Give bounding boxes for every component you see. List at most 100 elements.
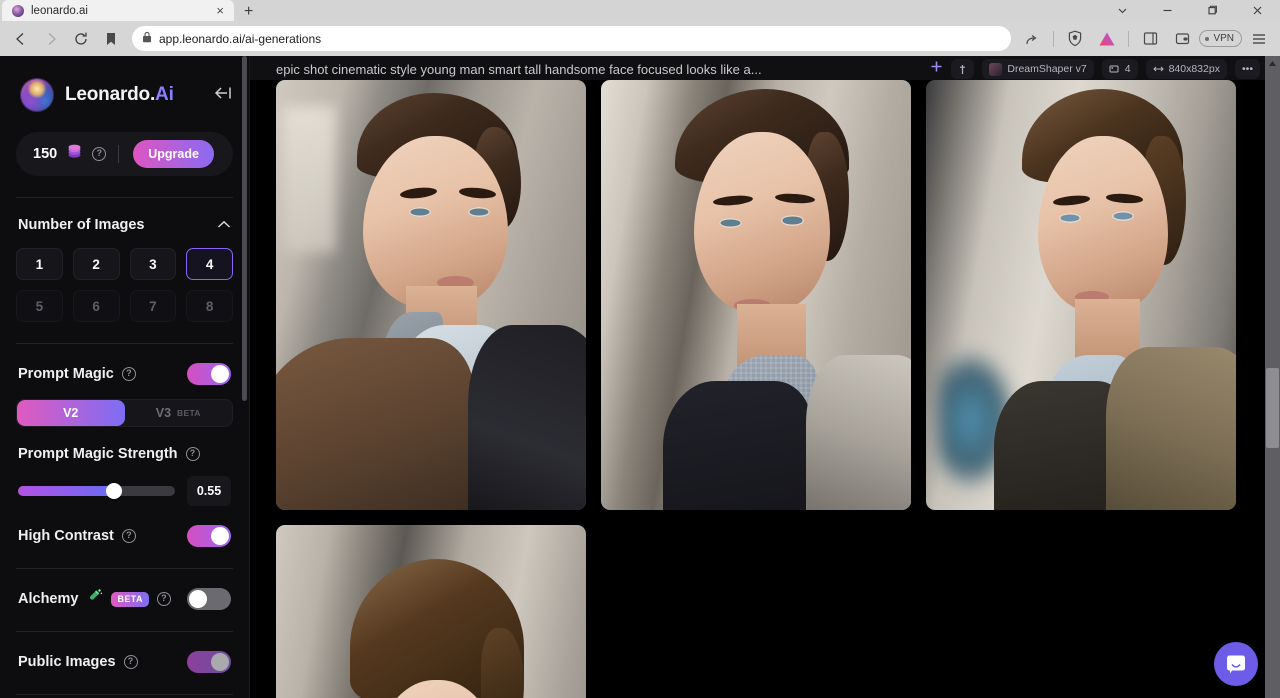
- image-count-option-8[interactable]: 8: [186, 290, 233, 322]
- prompt-magic-toggle[interactable]: [187, 363, 231, 385]
- generated-image-3[interactable]: [926, 80, 1236, 510]
- image-count-option-1[interactable]: 1: [16, 248, 63, 280]
- high-contrast-label: High Contrast: [18, 528, 114, 544]
- toggle-knob: [211, 527, 229, 545]
- image-count-option-5[interactable]: 5: [16, 290, 63, 322]
- image-count-chip[interactable]: 4: [1101, 59, 1138, 79]
- divider: [16, 694, 233, 695]
- prompt-text[interactable]: epic shot cinematic style young man smar…: [276, 56, 922, 77]
- browser-tab-leonardo[interactable]: leonardo.ai ×: [2, 0, 234, 21]
- prompt-bar: epic shot cinematic style young man smar…: [250, 56, 1280, 80]
- high-contrast-toggle[interactable]: [187, 525, 231, 547]
- help-circle-icon[interactable]: ?: [185, 447, 200, 461]
- jacket-right-shape: [1105, 346, 1236, 510]
- dimensions-chip[interactable]: 840x832px: [1145, 59, 1227, 79]
- jacket-right-shape: [805, 355, 911, 510]
- minimize-icon[interactable]: [1145, 0, 1190, 21]
- page-scrollbar-thumb[interactable]: [1266, 368, 1279, 448]
- eye-right: [1112, 211, 1134, 222]
- vpn-label: VPN: [1213, 33, 1234, 44]
- chevron-up-icon[interactable]: [217, 216, 231, 234]
- token-coins-icon: [66, 144, 83, 164]
- generated-images-grid: [250, 80, 1264, 698]
- more-options-chip[interactable]: •••: [1234, 59, 1260, 79]
- help-circle-icon[interactable]: ?: [92, 147, 107, 161]
- number-of-images-grid: 1 2 3 4 5 6 7 8: [16, 248, 233, 322]
- help-circle-icon[interactable]: ?: [121, 529, 136, 543]
- pin-icon[interactable]: [951, 59, 975, 79]
- jacket-left-shape: [663, 381, 812, 510]
- image-count-option-7[interactable]: 7: [129, 290, 177, 322]
- prompt-magic-strength-slider-row: 0.55: [16, 476, 233, 506]
- generations-main: epic shot cinematic style young man smar…: [250, 56, 1280, 698]
- number-of-images-header: Number of Images: [16, 198, 233, 234]
- prompt-magic-strength-slider[interactable]: [18, 483, 175, 499]
- page-viewport: Leonardo.Ai 150 ? Upgrade Number of Imag…: [0, 56, 1280, 698]
- image-count-option-2[interactable]: 2: [72, 248, 120, 280]
- new-tab-button[interactable]: +: [244, 4, 253, 20]
- alchemy-flask-icon: [86, 588, 103, 610]
- share-icon[interactable]: [1017, 24, 1047, 54]
- generated-image-2[interactable]: [601, 80, 911, 510]
- prompt-magic-row: Prompt Magic ?: [16, 363, 233, 385]
- image-count-value: 4: [1124, 63, 1131, 75]
- help-circle-icon[interactable]: ?: [121, 367, 136, 381]
- scroll-up-arrow-icon[interactable]: [1266, 56, 1279, 70]
- divider: [118, 145, 120, 163]
- address-bar[interactable]: app.leonardo.ai/ai-generations: [132, 26, 1012, 51]
- help-circle-icon[interactable]: ?: [156, 592, 171, 606]
- wallet-icon[interactable]: [1167, 24, 1197, 54]
- bookmark-icon[interactable]: [96, 24, 126, 54]
- generated-image-1[interactable]: [276, 80, 586, 510]
- plus-icon[interactable]: [930, 60, 943, 78]
- sidebar-panel-icon[interactable]: [1135, 24, 1165, 54]
- alchemy-toggle[interactable]: [187, 588, 231, 610]
- collapse-sidebar-icon[interactable]: [213, 86, 233, 105]
- lock-icon: [142, 30, 152, 48]
- help-circle-icon[interactable]: ?: [123, 655, 138, 669]
- hamburger-menu-icon[interactable]: [1244, 24, 1274, 54]
- model-chip[interactable]: DreamShaper v7: [982, 59, 1094, 79]
- toggle-knob: [189, 590, 207, 608]
- image-count-option-4[interactable]: 4: [186, 248, 233, 280]
- forward-arrow-icon[interactable]: [36, 24, 66, 54]
- prompt-magic-strength-value: 0.55: [187, 476, 231, 506]
- image-count-option-6[interactable]: 6: [72, 290, 120, 322]
- generated-image-4[interactable]: [276, 525, 586, 698]
- version-label: V3: [155, 406, 172, 420]
- vpn-button[interactable]: VPN: [1199, 30, 1242, 47]
- image-count-option-3[interactable]: 3: [129, 248, 177, 280]
- page-title: Leonardo.Ai: [65, 84, 174, 106]
- face-shape: [1037, 135, 1168, 313]
- brave-shields-icon[interactable]: [1060, 24, 1090, 54]
- slider-thumb[interactable]: [105, 483, 122, 499]
- sidebar-scrollbar[interactable]: [242, 56, 247, 401]
- images-stack-icon: [1109, 65, 1119, 73]
- eye-right: [780, 215, 805, 226]
- eye-right: [468, 206, 490, 218]
- prompt-magic-strength-label: Prompt Magic Strength: [18, 446, 178, 462]
- public-images-toggle[interactable]: [187, 651, 231, 673]
- maximize-icon[interactable]: [1190, 0, 1235, 21]
- toggle-knob: [211, 653, 229, 671]
- window-close-icon[interactable]: [1235, 0, 1280, 21]
- prompt-magic-version-v3[interactable]: V3 BETA: [125, 400, 233, 426]
- brave-leo-icon[interactable]: [1092, 24, 1122, 54]
- divider: [1053, 30, 1055, 47]
- prompt-magic-version-v2[interactable]: V2: [17, 400, 125, 426]
- chevron-down-icon[interactable]: [1100, 0, 1145, 21]
- jacket-left-shape: [276, 338, 475, 510]
- divider: [16, 631, 233, 632]
- page-scrollbar-track[interactable]: [1265, 56, 1280, 698]
- close-icon[interactable]: ×: [214, 4, 226, 17]
- version-label: V2: [63, 406, 79, 420]
- window-controls: [1100, 0, 1280, 21]
- prompt-magic-strength-row: Prompt Magic Strength ?: [16, 446, 233, 462]
- brand-name-accent: Ai: [155, 84, 174, 105]
- divider: [16, 568, 233, 569]
- intercom-messenger-button[interactable]: [1214, 642, 1258, 686]
- reload-icon[interactable]: [66, 24, 96, 54]
- upgrade-button[interactable]: Upgrade: [133, 140, 214, 168]
- public-images-row: Public Images ?: [16, 651, 233, 673]
- back-arrow-icon[interactable]: [6, 24, 36, 54]
